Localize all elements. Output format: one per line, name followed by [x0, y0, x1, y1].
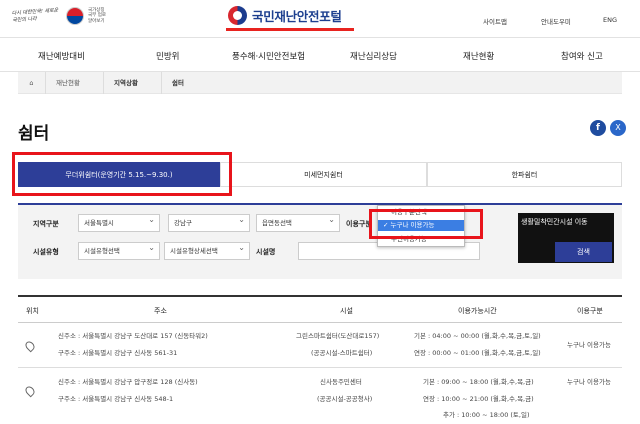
title-highlight-underline [226, 28, 354, 31]
gov-mini-text: 국가상징 국부 업로 알아보기 [88, 7, 106, 24]
type-detail-select[interactable]: 시설유형상세선택 [164, 240, 250, 260]
x-share-icon[interactable]: X [610, 120, 626, 136]
facility-type: (공공시설-스마트쉼터) [311, 349, 373, 357]
hours-basic: 기본 : 09:00 ~ 18:00 (월,화,수,목,금) [423, 378, 534, 386]
portal-logo[interactable]: 국민재난안전포털 [228, 6, 342, 25]
usage-value: 누구나 이용가능 [567, 341, 611, 349]
util-sitemap-link[interactable]: 사이트맵 [483, 16, 507, 26]
nav-item-prevention[interactable]: 재난예방대비 [38, 50, 85, 62]
facebook-share-icon[interactable]: f [590, 120, 606, 136]
breadcrumb-item-region[interactable]: 지역상황 [104, 72, 162, 94]
hours-additional: 추가 : 10:00 ~ 18:00 (토,일) [443, 411, 530, 419]
page-title: 쉼터 [18, 124, 50, 144]
header-facility: 시설 [340, 307, 353, 315]
dong-select[interactable]: 읍면동선택 [256, 212, 340, 232]
top-header: 다시 대한민국! 새로운 국민의 나라 국가상징 국부 업로 알아보기 국민재난… [0, 0, 640, 38]
nav-item-insurance[interactable]: 풍수해·시민안전보험 [232, 50, 305, 62]
nav-item-counseling[interactable]: 재난심리상담 [350, 50, 397, 62]
header-usage: 이용구분 [577, 307, 603, 315]
gov-slogan: 다시 대한민국! 새로운 국민의 나라 [11, 7, 59, 24]
facility-name: 신사동주민센터 [320, 378, 362, 386]
breadcrumb: ⌂ 재난현황 지역상황 쉼터 [18, 72, 622, 94]
home-icon[interactable]: ⌂ [18, 72, 46, 94]
taegeuk-icon [66, 7, 84, 25]
table-row: 신주소 : 서울특별시 강남구 압구정로 128 (신사동) 구주소 : 서울특… [18, 369, 622, 424]
tab-fine-dust-shelter[interactable]: 미세먼지쉼터 [220, 162, 427, 187]
breadcrumb-item-shelter[interactable]: 쉼터 [162, 72, 194, 94]
sido-select[interactable]: 서울특별시 [78, 212, 160, 232]
usage-value: 누구나 이용가능 [567, 378, 611, 386]
type-label: 시설유형 [33, 248, 59, 256]
breadcrumb-item-status[interactable]: 재난현황 [46, 72, 104, 94]
util-eng-link[interactable]: ENG [603, 16, 617, 24]
header-location: 위치 [26, 307, 39, 315]
hours-extended: 연장 : 10:00 ~ 21:00 (월,화,수,목,금) [423, 395, 534, 403]
table-header: 위치 주소 시설 이용가능시간 이용구분 [18, 295, 622, 323]
address-old: 구주소 : 서울특별시 강남구 신사동 561-31 [58, 349, 178, 357]
address-new: 신주소 : 서울특별시 강남구 도산대로 157 (신동타워2) [58, 332, 208, 340]
header-address: 주소 [154, 307, 167, 315]
map-pin-icon[interactable] [23, 339, 37, 353]
nav-item-status[interactable]: 재난현황 [463, 50, 494, 62]
tab-cold-shelter[interactable]: 한파쉼터 [427, 162, 622, 187]
address-old: 구주소 : 서울특별시 강남구 신사동 548-1 [58, 395, 174, 403]
table-row: 신주소 : 서울특별시 강남구 도산대로 157 (신동타워2) 구주소 : 서… [18, 324, 622, 368]
facility-name: 그린스마트쉼터(도산대로157) [296, 332, 380, 340]
tab-highlight-box [12, 152, 232, 196]
government-logo[interactable]: 다시 대한민국! 새로운 국민의 나라 국가상징 국부 업로 알아보기 [12, 7, 108, 25]
portal-title: 국민재난안전포털 [252, 9, 342, 24]
util-guide-link[interactable]: 안내도우미 [541, 16, 571, 26]
hours-basic: 기본 : 04:00 ~ 00:00 (월,화,수,목,금,토,일) [414, 332, 541, 340]
search-button[interactable]: 검색 [555, 242, 612, 262]
address-new: 신주소 : 서울특별시 강남구 압구정로 128 (신사동) [58, 378, 198, 386]
nav-item-civil-defense[interactable]: 민방위 [156, 50, 179, 62]
usage-label: 이용구분 [346, 220, 372, 228]
facility-type: (공공시설-공공청사) [317, 395, 373, 403]
portal-emblem-icon [228, 6, 247, 25]
region-label: 지역구분 [33, 220, 59, 228]
main-navigation: 재난예방대비 민방위 풍수해·시민안전보험 재난심리상담 재난현황 참여와 신고 [0, 38, 640, 72]
hours-extended: 연장 : 00:00 ~ 01:00 (월,화,수,목,금,토,일) [414, 349, 541, 357]
name-label: 시설명 [256, 248, 276, 256]
type-select[interactable]: 시설유형선택 [78, 240, 160, 260]
header-hours: 이용가능시간 [458, 307, 497, 315]
nav-item-report[interactable]: 참여와 신고 [561, 50, 603, 62]
dropdown-highlight-box [369, 209, 483, 239]
map-pin-icon[interactable] [23, 384, 37, 398]
sigungu-select[interactable]: 강남구 [168, 212, 250, 232]
